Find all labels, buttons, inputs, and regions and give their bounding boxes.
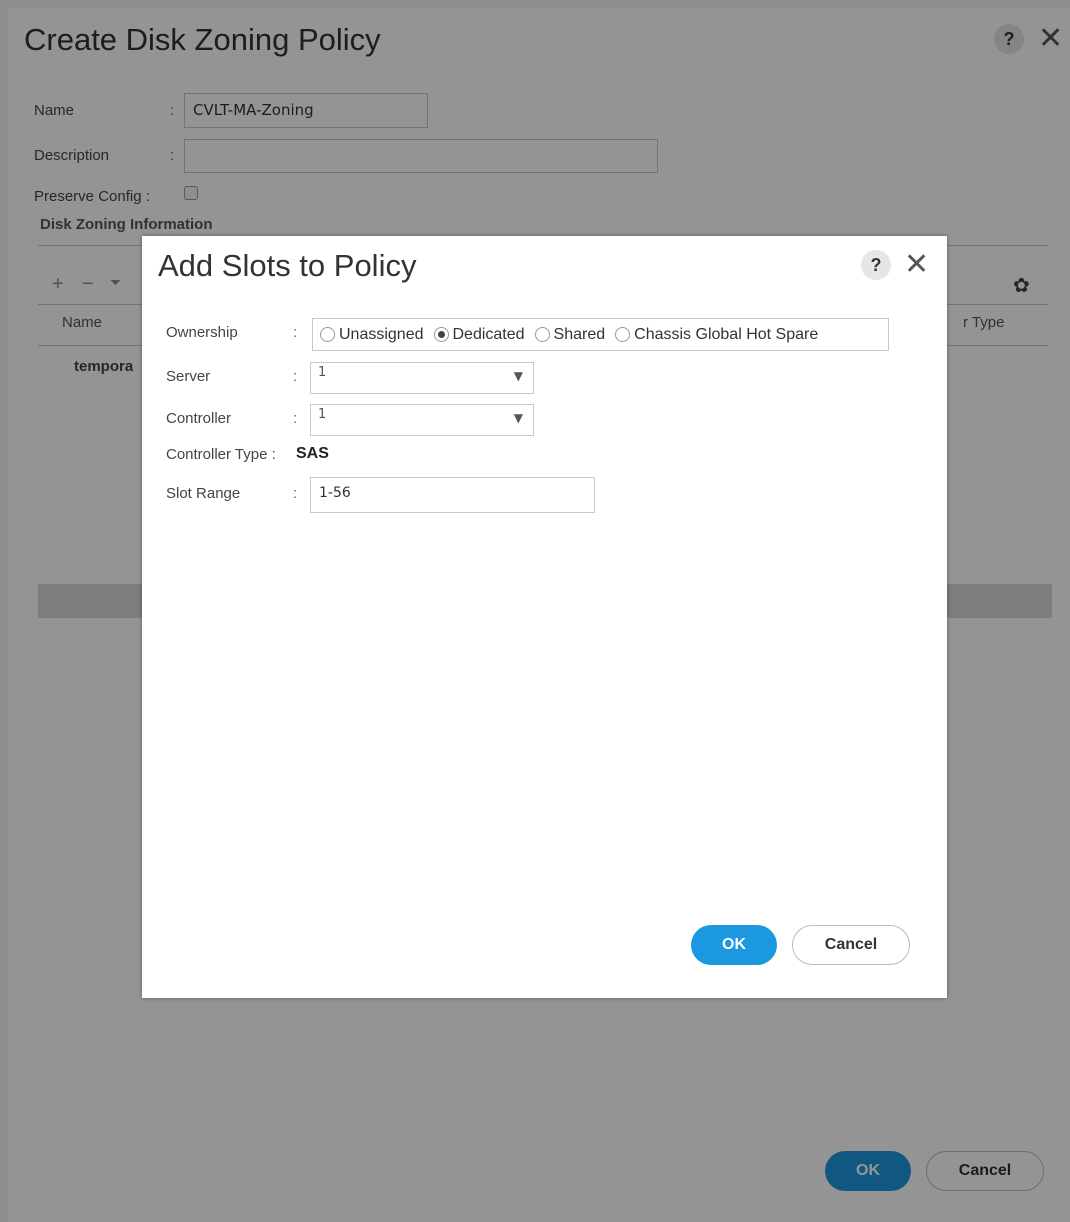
server-select[interactable]: 1 ▼	[310, 362, 534, 394]
controller-label: Controller	[166, 410, 232, 427]
colon: :	[293, 410, 298, 427]
colon: :	[293, 485, 298, 502]
add-slots-to-policy-dialog: Add Slots to Policy ? ✕ Ownership : Unas…	[142, 236, 947, 998]
help-icon[interactable]: ?	[861, 250, 891, 280]
controller-select[interactable]: 1 ▼	[310, 404, 534, 436]
radio-chassis-global-hot-spare[interactable]	[615, 327, 631, 342]
ownership-option-shared[interactable]: Shared	[534, 325, 606, 344]
colon: :	[293, 368, 298, 385]
modal-title: Add Slots to Policy	[158, 248, 417, 283]
option-label: Dedicated	[452, 325, 525, 343]
cancel-button[interactable]: Cancel	[792, 925, 910, 965]
colon: :	[293, 324, 298, 341]
option-label: Shared	[553, 325, 606, 343]
controller-type-label: Controller Type :	[166, 446, 276, 463]
radio-dedicated[interactable]	[433, 327, 449, 342]
ok-button[interactable]: OK	[691, 925, 777, 965]
chevron-down-icon: ▼	[513, 369, 523, 383]
server-label: Server	[166, 368, 211, 385]
ownership-radio-group: Unassigned Dedicated Shared Chassis Glob…	[312, 318, 889, 351]
option-label: Chassis Global Hot Spare	[634, 325, 819, 343]
controller-type-value: SAS	[296, 445, 329, 462]
ownership-option-dedicated[interactable]: Dedicated	[433, 325, 525, 344]
ownership-label: Ownership	[166, 324, 238, 341]
chevron-down-icon: ▼	[513, 411, 523, 425]
radio-shared[interactable]	[534, 327, 550, 342]
ownership-option-chassis-global-hot-spare[interactable]: Chassis Global Hot Spare	[615, 326, 818, 344]
radio-unassigned[interactable]	[320, 327, 335, 342]
slot-range-input[interactable]: 1-56	[310, 477, 595, 513]
close-icon[interactable]: ✕	[904, 250, 929, 280]
slot-range-label: Slot Range	[166, 485, 241, 502]
server-value: 1	[318, 365, 327, 380]
option-label: Unassigned	[339, 325, 424, 343]
ownership-option-unassigned[interactable]: Unassigned	[320, 326, 424, 344]
controller-value: 1	[318, 407, 327, 422]
